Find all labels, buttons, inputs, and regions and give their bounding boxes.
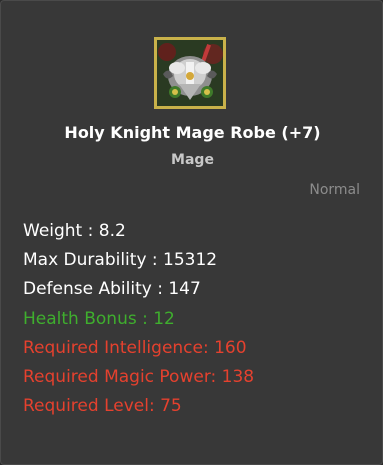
stat-max-durability: Max Durability : 15312 xyxy=(23,250,218,271)
stat-list: Weight : 8.2 Max Durability : 15312 Defe… xyxy=(23,219,254,423)
stat-weight: Weight : 8.2 xyxy=(23,221,126,241)
stat-defense-ability: Defense Ability : 147 xyxy=(23,279,201,300)
armor-robe-icon xyxy=(154,37,226,109)
item-rarity: Normal xyxy=(309,182,360,198)
stat-health-bonus: Health Bonus : 12 xyxy=(23,308,175,329)
item-name: Holy Knight Mage Robe (+7) xyxy=(64,123,321,142)
requirement-intelligence: Required Intelligence: 160 xyxy=(23,337,247,358)
requirement-level: Required Level: 75 xyxy=(23,396,182,417)
item-tooltip: Holy Knight Mage Robe (+7) Mage Normal W… xyxy=(0,0,383,465)
requirement-magic-power: Required Magic Power: 138 xyxy=(23,366,255,387)
item-class: Mage xyxy=(171,152,214,168)
